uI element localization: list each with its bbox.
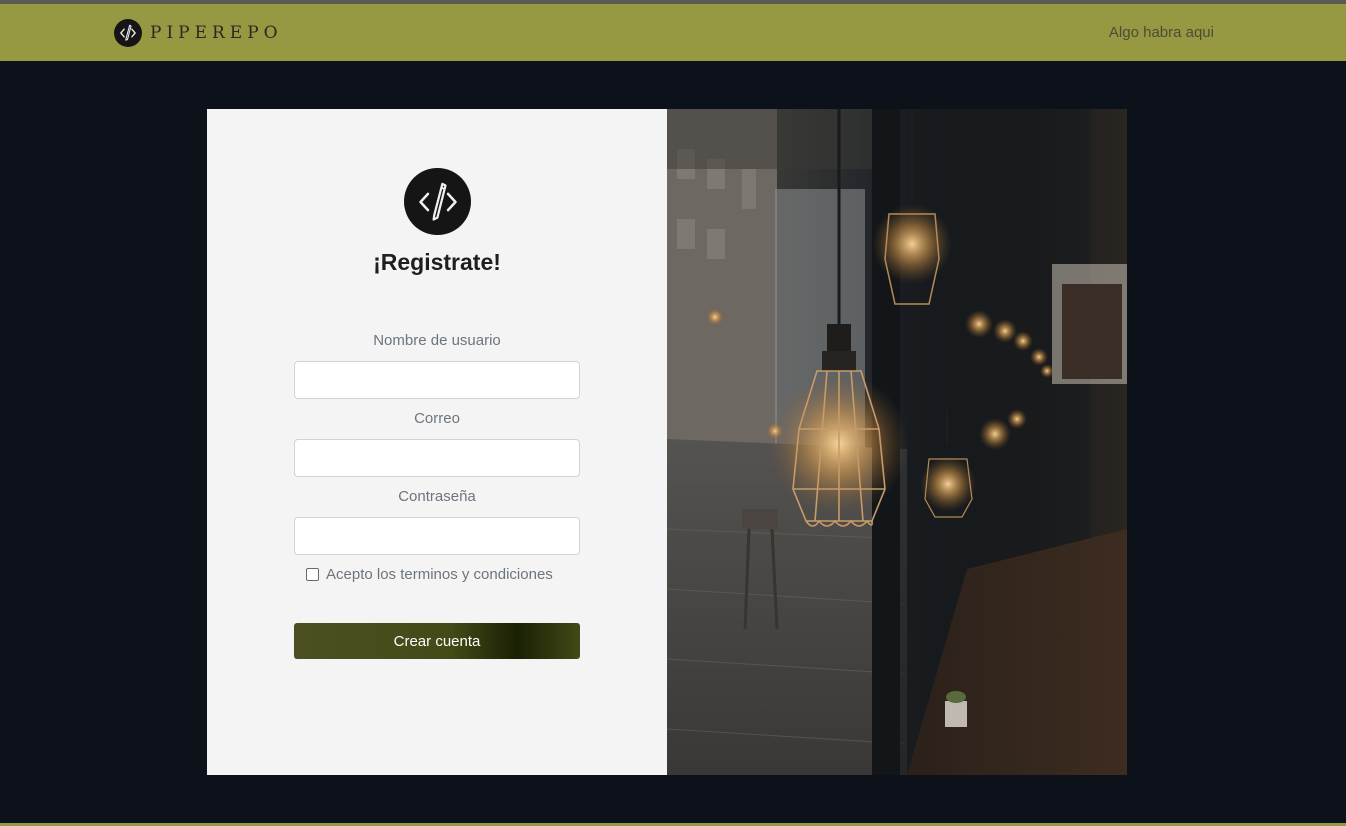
photo-illustration <box>667 109 1127 775</box>
brand-name: PIPEREPO <box>150 23 283 43</box>
terms-label[interactable]: Acepto los terminos y condiciones <box>326 566 553 583</box>
hanging-edison-lamps-cafe-photo <box>667 109 1127 775</box>
email-label: Correo <box>414 410 460 427</box>
page-title: ¡Registrate! <box>373 249 501 275</box>
username-label: Nombre de usuario <box>373 332 501 349</box>
register-form-panel: ¡Registrate! Nombre de usuario Correo Co… <box>207 109 667 775</box>
username-field[interactable] <box>294 361 580 399</box>
nav-link[interactable]: Algo habra aqui <box>1109 24 1214 41</box>
password-field[interactable] <box>294 517 580 555</box>
register-card: ¡Registrate! Nombre de usuario Correo Co… <box>207 109 1127 775</box>
password-label: Contraseña <box>398 488 476 505</box>
terms-row: Acepto los terminos y condiciones <box>306 566 553 583</box>
code-pencil-icon <box>404 168 471 235</box>
navbar: PIPEREPO Algo habra aqui <box>0 4 1346 61</box>
create-account-button[interactable]: Crear cuenta <box>294 623 580 659</box>
code-pencil-icon <box>114 19 142 47</box>
brand-link[interactable]: PIPEREPO <box>114 19 283 47</box>
email-field[interactable] <box>294 439 580 477</box>
terms-checkbox[interactable] <box>306 568 319 581</box>
